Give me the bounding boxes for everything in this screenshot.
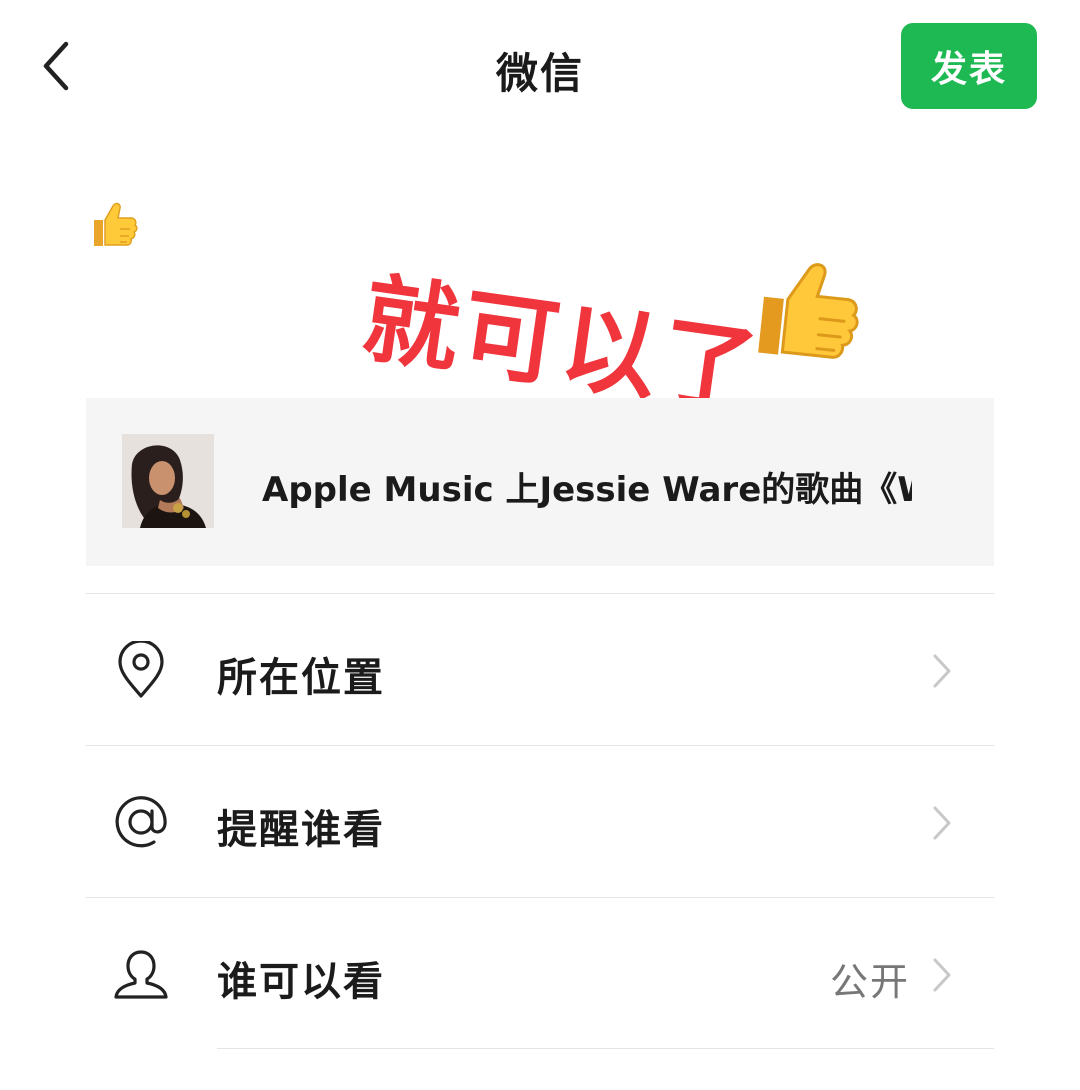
divider <box>217 1048 994 1049</box>
publish-button[interactable]: 发表 <box>901 23 1037 109</box>
thumbs-up-icon <box>88 196 140 254</box>
divider <box>86 593 994 594</box>
back-button[interactable] <box>28 34 84 98</box>
chevron-right-icon <box>932 805 952 845</box>
back-arrow-icon <box>43 41 69 91</box>
divider <box>86 897 994 898</box>
compose-moment-screen: 微信 发表 就可以了 Apple Music 上Jessie Ware的歌曲《W… <box>0 0 1080 1090</box>
thumbs-up-large-icon <box>749 242 877 375</box>
location-row[interactable]: 所在位置 <box>86 595 994 745</box>
chevron-right-icon <box>932 957 952 997</box>
mention-row[interactable]: 提醒谁看 <box>86 747 994 897</box>
visibility-value: 公开 <box>829 960 910 1004</box>
mention-label: 提醒谁看 <box>217 807 385 853</box>
location-pin-icon <box>110 639 172 701</box>
shared-music-card[interactable]: Apple Music 上Jessie Ware的歌曲《W <box>86 398 994 566</box>
visibility-label: 谁可以看 <box>217 959 385 1005</box>
post-text-area[interactable]: 就可以了 <box>0 150 1080 429</box>
chevron-right-icon <box>932 653 952 693</box>
at-sign-icon <box>110 791 172 853</box>
shared-music-title: Apple Music 上Jessie Ware的歌曲《W <box>262 470 912 510</box>
location-label: 所在位置 <box>217 655 385 701</box>
album-cover-image <box>122 434 214 528</box>
visibility-row[interactable]: 谁可以看 公开 <box>86 899 994 1049</box>
person-icon <box>110 943 172 1005</box>
divider <box>86 745 994 746</box>
